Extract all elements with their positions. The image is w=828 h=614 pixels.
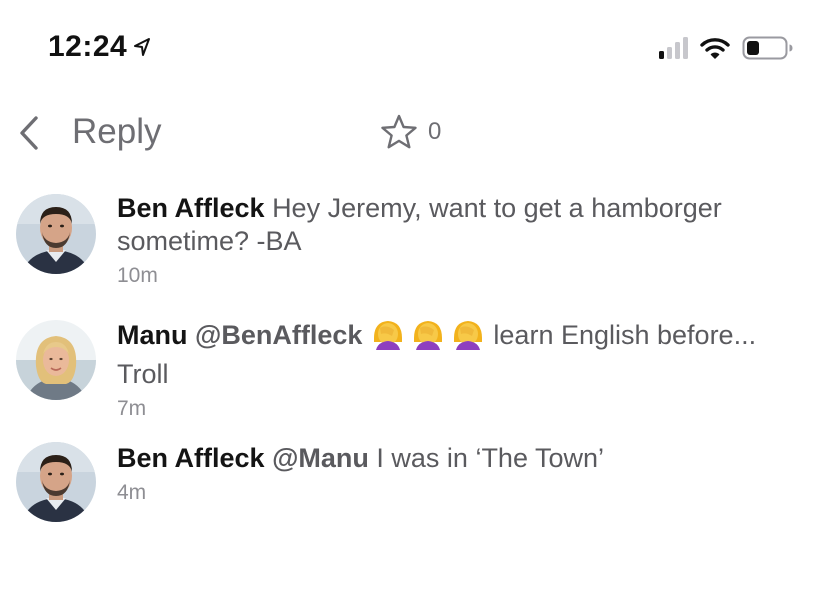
comment-text: I was in ‘The Town’ xyxy=(376,443,605,473)
comment-author[interactable]: Manu xyxy=(117,320,188,350)
signal-icon xyxy=(659,37,688,59)
comment-time: 4m xyxy=(117,481,147,504)
battery-icon xyxy=(742,36,793,60)
comment-body: Ben Affleck @Manu I was in ‘The Town’ 4m xyxy=(117,442,808,507)
comment-mention[interactable]: @BenAffleck xyxy=(195,320,362,350)
star-count: 0 xyxy=(428,118,442,145)
avatar[interactable] xyxy=(16,442,96,522)
location-arrow-icon xyxy=(134,38,151,56)
comment-time: 7m xyxy=(117,397,147,420)
comment-mention[interactable]: @Manu xyxy=(272,443,369,473)
nav-header: Reply 0 xyxy=(0,108,828,158)
status-icons xyxy=(659,36,794,60)
comment-time: 10m xyxy=(117,264,158,287)
wifi-icon xyxy=(700,38,730,59)
status-time-text: 12:24 xyxy=(48,30,128,63)
star-button[interactable]: 0 xyxy=(380,114,441,150)
avatar[interactable] xyxy=(16,320,96,400)
page-title: Reply xyxy=(72,112,162,151)
facepalm-emoji-group xyxy=(370,316,486,358)
status-time: 12:24 xyxy=(48,30,151,64)
reply-screen: 12:24 Reply 0 Ben Affleck Hey Jeremy, wa… xyxy=(0,0,828,614)
comment-author[interactable]: Ben Affleck xyxy=(117,193,265,223)
manu-avatar-icon xyxy=(16,320,96,400)
comment-body: Manu @BenAffleck learn English before...… xyxy=(117,316,808,423)
avatar[interactable] xyxy=(16,194,96,274)
comment-body: Ben Affleck Hey Jeremy, want to get a ha… xyxy=(117,192,808,290)
comment-author[interactable]: Ben Affleck xyxy=(117,443,265,473)
back-button[interactable] xyxy=(14,112,46,154)
woman-facepalming-icon xyxy=(373,321,482,350)
ben-affleck-avatar-icon xyxy=(16,442,96,522)
star-outline-icon xyxy=(381,114,417,149)
ben-affleck-avatar-icon xyxy=(16,194,96,274)
chevron-left-icon xyxy=(20,116,38,150)
